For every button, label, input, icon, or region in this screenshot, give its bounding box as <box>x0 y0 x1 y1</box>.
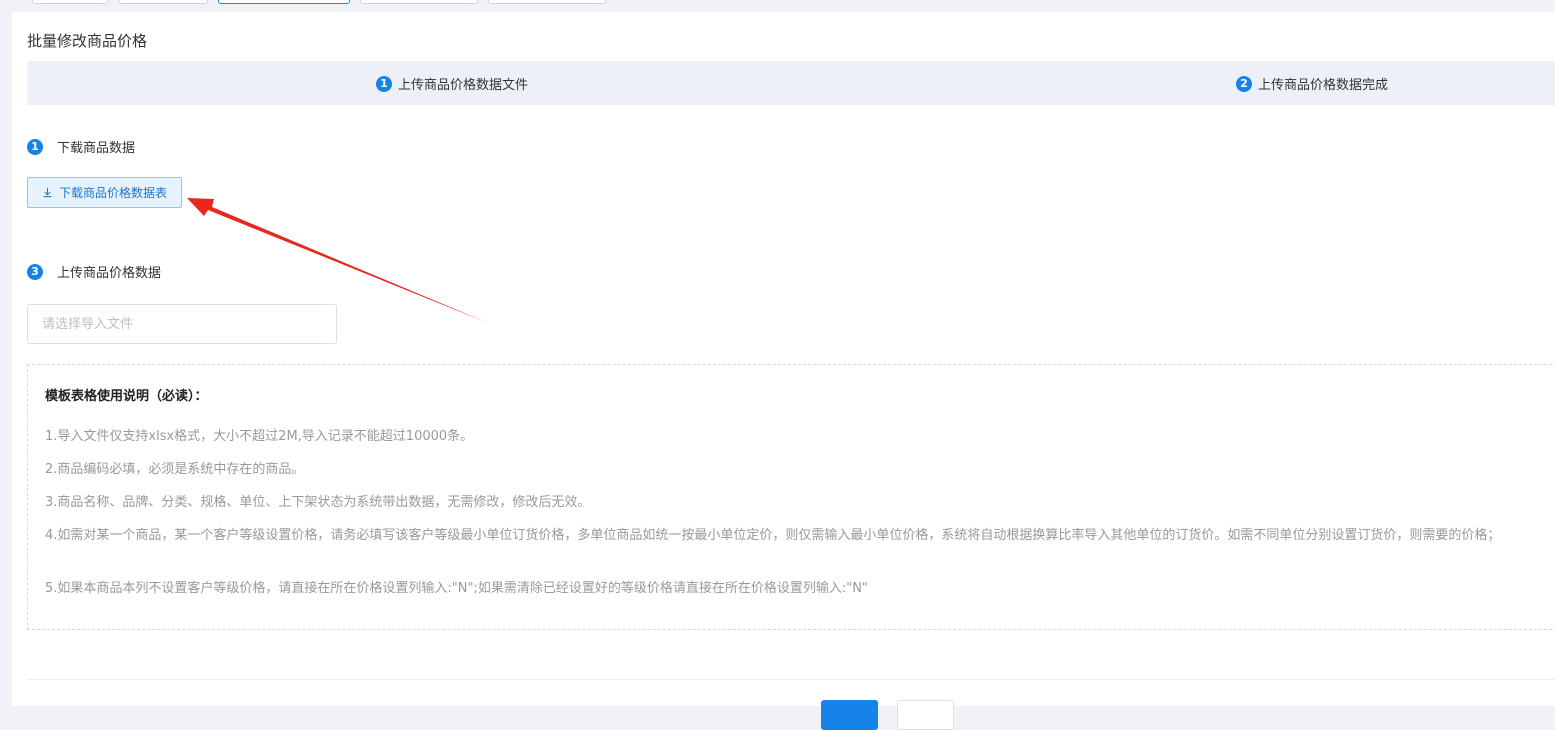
download-price-sheet-button[interactable]: 下载商品价格数据表 <box>27 177 182 208</box>
top-tab-active[interactable] <box>218 0 350 4</box>
instruction-item: 5.如果本商品本列不设置客户等级价格，请直接在所在价格设置列输入:"N";如果需… <box>45 581 868 596</box>
top-tab[interactable] <box>118 0 208 4</box>
page-title: 批量修改商品价格 <box>27 32 148 50</box>
import-file-input[interactable] <box>27 304 337 344</box>
download-section-title: 1 下载商品数据 <box>27 137 135 156</box>
upload-section-title: 3 上传商品价格数据 <box>27 262 161 281</box>
top-tab[interactable] <box>360 0 478 4</box>
section-number-badge: 1 <box>27 138 43 155</box>
step-label: 上传商品价格数据完成 <box>1258 78 1389 93</box>
step-number-badge: 1 <box>376 75 392 92</box>
section-title-text: 上传商品价格数据 <box>57 266 162 281</box>
template-instructions: 模板表格使用说明（必读）： 1.导入文件仅支持xlsx格式，大小不超过2M,导入… <box>27 364 1555 630</box>
main-card: 批量修改商品价格 1 上传商品价格数据文件 2 上传商品价格数据完成 1 下载商… <box>12 12 1555 730</box>
primary-action-button[interactable] <box>821 700 878 730</box>
instruction-item: 4.如需对某一个商品，某一个客户等级设置价格，请务必填写该客户等级最小单位订货价… <box>45 528 1501 543</box>
step-label: 上传商品价格数据文件 <box>398 78 529 93</box>
secondary-action-button[interactable] <box>897 700 954 730</box>
instruction-item: 3.商品名称、品牌、分类、规格、单位、上下架状态为系统带出数据，无需修改，修改后… <box>45 495 591 510</box>
top-tab[interactable] <box>32 0 108 4</box>
step-number-badge: 2 <box>1236 75 1252 92</box>
section-number-badge: 3 <box>27 263 43 280</box>
instructions-title: 模板表格使用说明（必读）： <box>45 389 208 404</box>
top-tab-bar <box>0 0 1555 10</box>
footer-divider <box>27 679 1555 680</box>
instruction-item: 1.导入文件仅支持xlsx格式，大小不超过2M,导入记录不能超过10000条。 <box>45 429 474 444</box>
section-title-text: 下载商品数据 <box>57 141 136 156</box>
download-button-label: 下载商品价格数据表 <box>58 186 167 200</box>
step-1: 1 上传商品价格数据文件 <box>376 74 528 93</box>
step-2: 2 上传商品价格数据完成 <box>1236 74 1388 93</box>
top-tab[interactable] <box>488 0 606 4</box>
download-icon <box>43 187 52 198</box>
instruction-item: 2.商品编码必填，必须是系统中存在的商品。 <box>45 462 305 477</box>
step-bar: 1 上传商品价格数据文件 2 上传商品价格数据完成 <box>27 61 1555 105</box>
